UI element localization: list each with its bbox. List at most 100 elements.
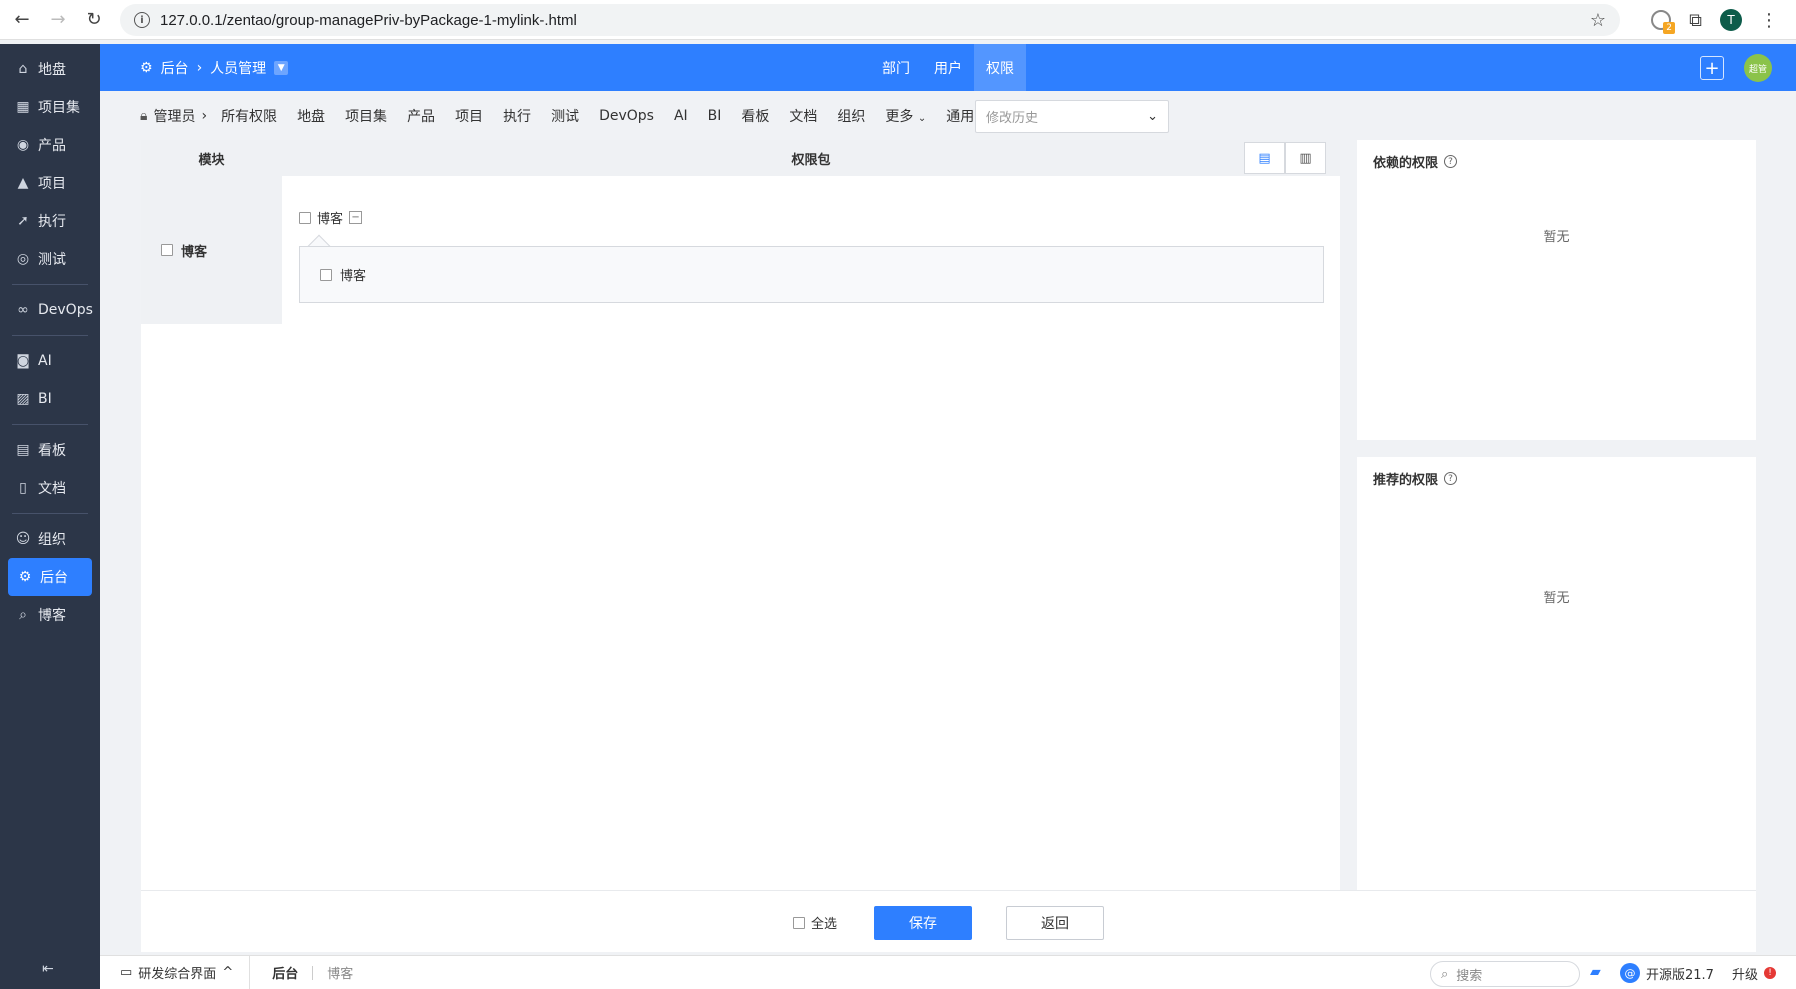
recommend-panel: 推荐的权限 ? 暂无 (1357, 457, 1756, 890)
save-button[interactable]: 保存 (874, 906, 972, 940)
subnav-item-doc[interactable]: 文档 (789, 106, 817, 126)
help-icon[interactable]: ? (1444, 472, 1458, 485)
select-all[interactable]: 全选 (793, 913, 837, 932)
lock-icon: 🔒︎ (140, 108, 148, 124)
subnav-item-general[interactable]: 通用 (946, 106, 974, 126)
module-checkbox[interactable] (161, 244, 173, 256)
subnav-item-my[interactable]: 地盘 (297, 106, 325, 126)
column-header-package: 权限包 (791, 152, 831, 168)
collapse-minus-icon[interactable]: − (349, 211, 363, 224)
sidebar-item-blog[interactable]: ⌕ 博客 (0, 596, 100, 634)
sidebar-item-ai[interactable]: ◙ AI (0, 342, 100, 380)
sidebar-item-admin[interactable]: ⚙ 后台 (8, 558, 92, 596)
subnav-item-program[interactable]: 项目集 (345, 106, 387, 126)
gear-icon: ⚙ (140, 59, 153, 76)
robot-icon: ◙ (16, 353, 30, 369)
back-arrow-icon[interactable]: ← (8, 6, 36, 34)
column-header-module: 模块 (198, 152, 225, 168)
subnav-item-project[interactable]: 项目 (455, 106, 483, 126)
version-label: 开源版21.7 (1646, 967, 1714, 983)
chevron-right-icon: › (201, 108, 208, 124)
table-header: 模块 权限包 ▤ ▥ (141, 140, 1340, 176)
privilege-checkbox[interactable] (320, 268, 332, 281)
tab-dept[interactable]: 部门 (870, 44, 922, 91)
action-bar: 全选 保存 返回 (141, 890, 1756, 952)
subnav-item-kanban[interactable]: 看板 (741, 106, 769, 126)
sidebar-divider (12, 513, 88, 514)
subnav-item-product[interactable]: 产品 (407, 106, 435, 126)
bookmark-star-icon[interactable]: ☆ (1590, 10, 1606, 31)
sidebar-item-execution[interactable]: ➚ 执行 (0, 202, 100, 240)
subnav-item-company[interactable]: 组织 (837, 106, 865, 126)
tab-priv[interactable]: 权限 (974, 44, 1026, 91)
sidebar-item-qa[interactable]: ◎ 测试 (0, 240, 100, 278)
menu-kebab-icon[interactable]: ⋮ (1760, 10, 1778, 31)
subnav-item-qa[interactable]: 测试 (551, 106, 579, 126)
subnav-item-execution[interactable]: 执行 (503, 106, 531, 126)
sidebar-item-project[interactable]: ▲ 项目 (0, 164, 100, 202)
url-text: 127.0.0.1/zentao/group-managePriv-byPack… (160, 11, 577, 29)
privilege-panel: 模块 权限包 ▤ ▥ 博客 博客 − 博客 (141, 140, 1340, 890)
workspace-switcher[interactable]: ▭ 研发综合界面 ^ (100, 955, 251, 989)
search-input[interactable]: ⌕ 搜索 (1430, 961, 1580, 987)
package-checkbox[interactable] (299, 211, 311, 224)
subnav-item-all[interactable]: 所有权限 (221, 106, 277, 126)
column-view-icon[interactable]: ▥ (1285, 142, 1326, 174)
chevron-up-icon: ^ (222, 965, 234, 980)
tab-user[interactable]: 用户 (922, 44, 974, 91)
app-header: ⚙ 后台 › 人员管理 ▼ 部门 用户 权限 + 超管 (100, 44, 1796, 91)
subnav-item-devops[interactable]: DevOps (599, 108, 654, 124)
sidebar-divider (12, 284, 88, 285)
subnav-item-more[interactable]: 更多 ⌄ (885, 106, 926, 126)
upgrade-button[interactable]: 升级 ! (1732, 956, 1777, 989)
infinity-icon: ∞ (17, 302, 29, 318)
chevron-down-icon[interactable]: ▼ (274, 60, 289, 75)
back-button[interactable]: 返回 (1006, 906, 1104, 940)
avatar[interactable]: 超管 (1744, 54, 1772, 82)
status-crumb-sub[interactable]: 博客 (327, 963, 353, 982)
sidebar-item-doc[interactable]: ▯ 文档 (0, 469, 100, 507)
subnav-item-ai[interactable]: AI (674, 108, 688, 124)
plus-icon[interactable]: + (1700, 56, 1724, 80)
divider (312, 965, 314, 980)
version-info[interactable]: @ 开源版21.7 (1620, 956, 1714, 989)
subnav-group[interactable]: 管理员 (153, 106, 195, 126)
sidebar-divider (12, 424, 88, 425)
help-icon[interactable]: ? (1444, 155, 1458, 168)
list-view-icon[interactable]: ▤ (1244, 142, 1285, 174)
chevron-down-icon: ⌄ (917, 113, 927, 124)
subnav-item-bi[interactable]: BI (708, 108, 722, 124)
sidebar-item-bi[interactable]: ▨ BI (0, 380, 100, 418)
sidebar-item-company[interactable]: ☺ 组织 (0, 520, 100, 558)
search-icon: ⌕ (1441, 966, 1449, 982)
reload-icon[interactable]: ↻ (80, 6, 108, 34)
site-info-icon[interactable]: i (134, 12, 150, 28)
sidebar-item-kanban[interactable]: ▤ 看板 (0, 431, 100, 469)
extension-icon[interactable]: 2 (1651, 10, 1676, 34)
puzzle-icon[interactable]: ⧉ (1689, 10, 1702, 31)
forward-arrow-icon[interactable]: → (44, 6, 72, 34)
depends-panel: 依赖的权限 ? 暂无 (1357, 140, 1756, 440)
sidebar-item-program[interactable]: ▦ 项目集 (0, 88, 100, 126)
search-placeholder: 搜索 (1456, 968, 1483, 984)
address-bar[interactable]: i 127.0.0.1/zentao/group-managePriv-byPa… (120, 4, 1620, 36)
collapse-sidebar-icon[interactable]: ⇤ (42, 961, 54, 977)
chat-icon[interactable]: ▰ (1590, 964, 1601, 980)
profile-avatar[interactable]: T (1720, 9, 1742, 31)
breadcrumb-current[interactable]: 人员管理 (210, 58, 266, 78)
chevron-down-icon: ⌄ (1147, 109, 1158, 124)
history-select[interactable]: 修改历史 ⌄ (975, 100, 1169, 133)
sidebar-item-devops[interactable]: ∞ DevOps (0, 291, 100, 329)
status-crumb-main[interactable]: 后台 (250, 963, 298, 982)
select-all-checkbox[interactable] (793, 916, 805, 929)
view-switcher: ▤ ▥ (1244, 142, 1326, 174)
breadcrumb-root[interactable]: 后台 (161, 58, 189, 78)
upgrade-label: 升级 (1732, 967, 1759, 983)
recommend-empty: 暂无 (1543, 591, 1570, 606)
privilege-name: 博客 (340, 269, 367, 284)
subnav-more-label: 更多 (885, 109, 914, 125)
location-icon: ◉ (16, 137, 30, 153)
sidebar-item-product[interactable]: ◉ 产品 (0, 126, 100, 164)
grid-icon: ▦ (16, 99, 30, 115)
sidebar-item-my[interactable]: ⌂ 地盘 (0, 50, 100, 88)
